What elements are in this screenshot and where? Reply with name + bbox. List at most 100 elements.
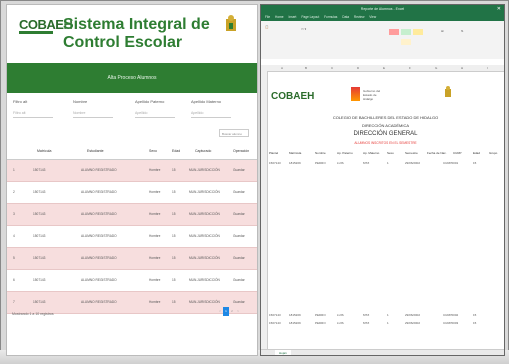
xl-cell-g[interactable]: 29/06/2002 xyxy=(405,161,420,165)
filter-label-4: Apellido Materno xyxy=(191,99,222,104)
xl-cell-g[interactable]: 29/06/2002 xyxy=(405,313,420,317)
cell-grp: MUN.JURISDICCIÓN xyxy=(189,212,220,216)
th-sex: Sexo xyxy=(149,149,157,153)
cell-grp: MUN.JURISDICCIÓN xyxy=(189,190,220,194)
xh-7: Fecha de Nac. xyxy=(427,151,447,155)
cell-num: 7 xyxy=(13,300,15,304)
sheet-tab[interactable]: Hoja1 xyxy=(275,350,291,355)
xh-4: Ap. Materno xyxy=(363,151,380,155)
cell-sex: Hombre xyxy=(149,212,161,216)
xl-cell-e[interactable]: MTZ xyxy=(363,313,369,317)
xl-cell-d[interactable]: LUIS xyxy=(337,321,344,325)
cell-sex: Hombre xyxy=(149,168,161,172)
xl-cell-d[interactable]: LUIS xyxy=(337,161,344,165)
xl-cell-f[interactable]: 1 xyxy=(387,161,389,165)
report-logo: COBAEH xyxy=(271,91,315,102)
xl-cell-h[interactable]: CURP0003 xyxy=(443,321,458,325)
xl-cell-i[interactable]: 15 xyxy=(473,161,476,165)
menu-formulas[interactable]: Formulas xyxy=(324,15,337,19)
cell-sex: Hombre xyxy=(149,278,161,282)
filter-input-1[interactable]: Filtro alt xyxy=(13,109,53,118)
xl-cell-f[interactable]: 1 xyxy=(387,313,389,317)
xl-cell-a[interactable]: 1507143 xyxy=(269,161,281,165)
report-line-2: DIRECCIÓN ACADÉMICA xyxy=(361,123,410,128)
th-captured: Capturado xyxy=(195,149,212,153)
cell-grp: MUN.JURISDICCIÓN xyxy=(189,300,220,304)
xl-cell-f[interactable]: 1 xyxy=(387,321,389,325)
menu-file[interactable]: File xyxy=(265,15,270,19)
style-input-swatch[interactable] xyxy=(401,39,411,45)
menu-home[interactable]: Home xyxy=(275,15,284,19)
filter-input-2[interactable]: Nombre xyxy=(73,109,113,118)
xl-cell-h[interactable]: CURP0002 xyxy=(443,313,458,317)
xl-cell-c[interactable]: PEDRO xyxy=(315,161,326,165)
xl-cell-d[interactable]: LUIS xyxy=(337,313,344,317)
xl-cell-b[interactable]: 1815209 xyxy=(289,161,301,165)
state-emblem-icon xyxy=(445,86,451,97)
menu-layout[interactable]: Page Layout xyxy=(301,15,319,19)
excel-window: Reporte de Alumnos - Excel ✕ File Home I… xyxy=(260,4,505,356)
th-op: Operación xyxy=(233,149,250,153)
filter-label-3: Apellido Paterno xyxy=(135,99,165,104)
table-row[interactable]: 1 1507143 ALUMNO REGISTRADO Hombre 15 MUN.JUR… xyxy=(7,160,257,182)
xl-cell-g[interactable]: 29/06/2002 xyxy=(405,321,420,325)
cell-id: 1507143 xyxy=(33,168,46,172)
style-neutral-swatch[interactable] xyxy=(413,29,423,35)
cell-age: 15 xyxy=(172,190,176,194)
menu-review[interactable]: Review xyxy=(354,15,364,19)
cell-id: 1507143 xyxy=(33,234,46,238)
cell-num: 2 xyxy=(13,190,15,194)
section-banner: Alta Proceso Alumnos xyxy=(7,63,257,93)
report-line-3: DIRECCIÓN GENERAL xyxy=(353,131,418,137)
table-footer: Mostrando 1 a 10 registros xyxy=(12,312,54,316)
xl-cell-i[interactable]: 15 xyxy=(473,321,476,325)
xl-cell-b[interactable]: 1815209 xyxy=(289,321,301,325)
table-row[interactable]: 5 1507143 ALUMNO REGISTRADO Hombre 15 MUN.JUR… xyxy=(7,248,257,270)
xl-cell-c[interactable]: PEDRO xyxy=(315,313,326,317)
cell-sex: Hombre xyxy=(149,190,161,194)
search-input[interactable]: Buscar alumno xyxy=(219,129,249,137)
xl-cell-a[interactable]: 1507143 xyxy=(269,321,281,325)
cell-name: ALUMNO REGISTRADO xyxy=(81,212,117,216)
close-icon[interactable]: ✕ xyxy=(497,5,501,13)
cell-name: ALUMNO REGISTRADO xyxy=(81,256,117,260)
cell-id: 1507143 xyxy=(33,190,46,194)
xl-cell-b[interactable]: 1815209 xyxy=(289,313,301,317)
cell-age: 15 xyxy=(172,234,176,238)
menu-data[interactable]: Data xyxy=(342,15,349,19)
state-logo-icon xyxy=(351,87,360,101)
cell-num: 4 xyxy=(13,234,15,238)
table-row[interactable]: 3 1507143 ALUMNO REGISTRADO Hombre 15 MUN.JUR… xyxy=(7,204,257,226)
cell-op: Guardar xyxy=(233,256,245,260)
style-bad-swatch[interactable] xyxy=(389,29,399,35)
sort-filter-icon[interactable]: ⇅ xyxy=(461,29,464,33)
filter-input-3[interactable]: Apellido xyxy=(135,109,175,118)
cell-name: ALUMNO REGISTRADO xyxy=(81,168,117,172)
filter-input-4[interactable]: Apellido xyxy=(191,109,231,118)
insert-cells-icon[interactable]: ⊞ xyxy=(441,29,444,33)
table-row[interactable]: 6 1507143 ALUMNO REGISTRADO Hombre 15 MUN.JUR… xyxy=(7,270,257,292)
xl-cell-h[interactable]: CURP0001 xyxy=(443,161,458,165)
table-row[interactable]: 2 1507143 ALUMNO REGISTRADO Hombre 15 MUN.JUR… xyxy=(7,182,257,204)
cell-name: ALUMNO REGISTRADO xyxy=(81,190,117,194)
xl-cell-c[interactable]: PEDRO xyxy=(315,321,326,325)
cell-grp: MUN.JURISDICCIÓN xyxy=(189,256,220,260)
xh-8: CURP xyxy=(453,151,462,155)
xl-cell-i[interactable]: 15 xyxy=(473,313,476,317)
students-table: Matrícula Estudiante Sexo Edad Capturado… xyxy=(7,145,257,314)
pager-next[interactable]: > xyxy=(235,307,241,316)
xl-cell-e[interactable]: MTZ xyxy=(363,321,369,325)
cell-sex: Hombre xyxy=(149,234,161,238)
menu-view[interactable]: View xyxy=(369,15,376,19)
table-row[interactable]: 4 1507143 ALUMNO REGISTRADO Hombre 15 MUN.JUR… xyxy=(7,226,257,248)
cell-id: 1507143 xyxy=(33,300,46,304)
sheet-tabs: Hoja1 xyxy=(261,349,504,355)
style-good-swatch[interactable] xyxy=(401,29,411,35)
menu-insert[interactable]: Insert xyxy=(288,15,296,19)
cell-grp: MUN.JURISDICCIÓN xyxy=(189,168,220,172)
xl-cell-e[interactable]: MTZ xyxy=(363,161,369,165)
xl-cell-a[interactable]: 1507143 xyxy=(269,313,281,317)
font-box[interactable]: ▭ ▾ xyxy=(301,27,306,31)
cell-name: ALUMNO REGISTRADO xyxy=(81,278,117,282)
paste-icon[interactable]: 📋 xyxy=(265,25,269,29)
